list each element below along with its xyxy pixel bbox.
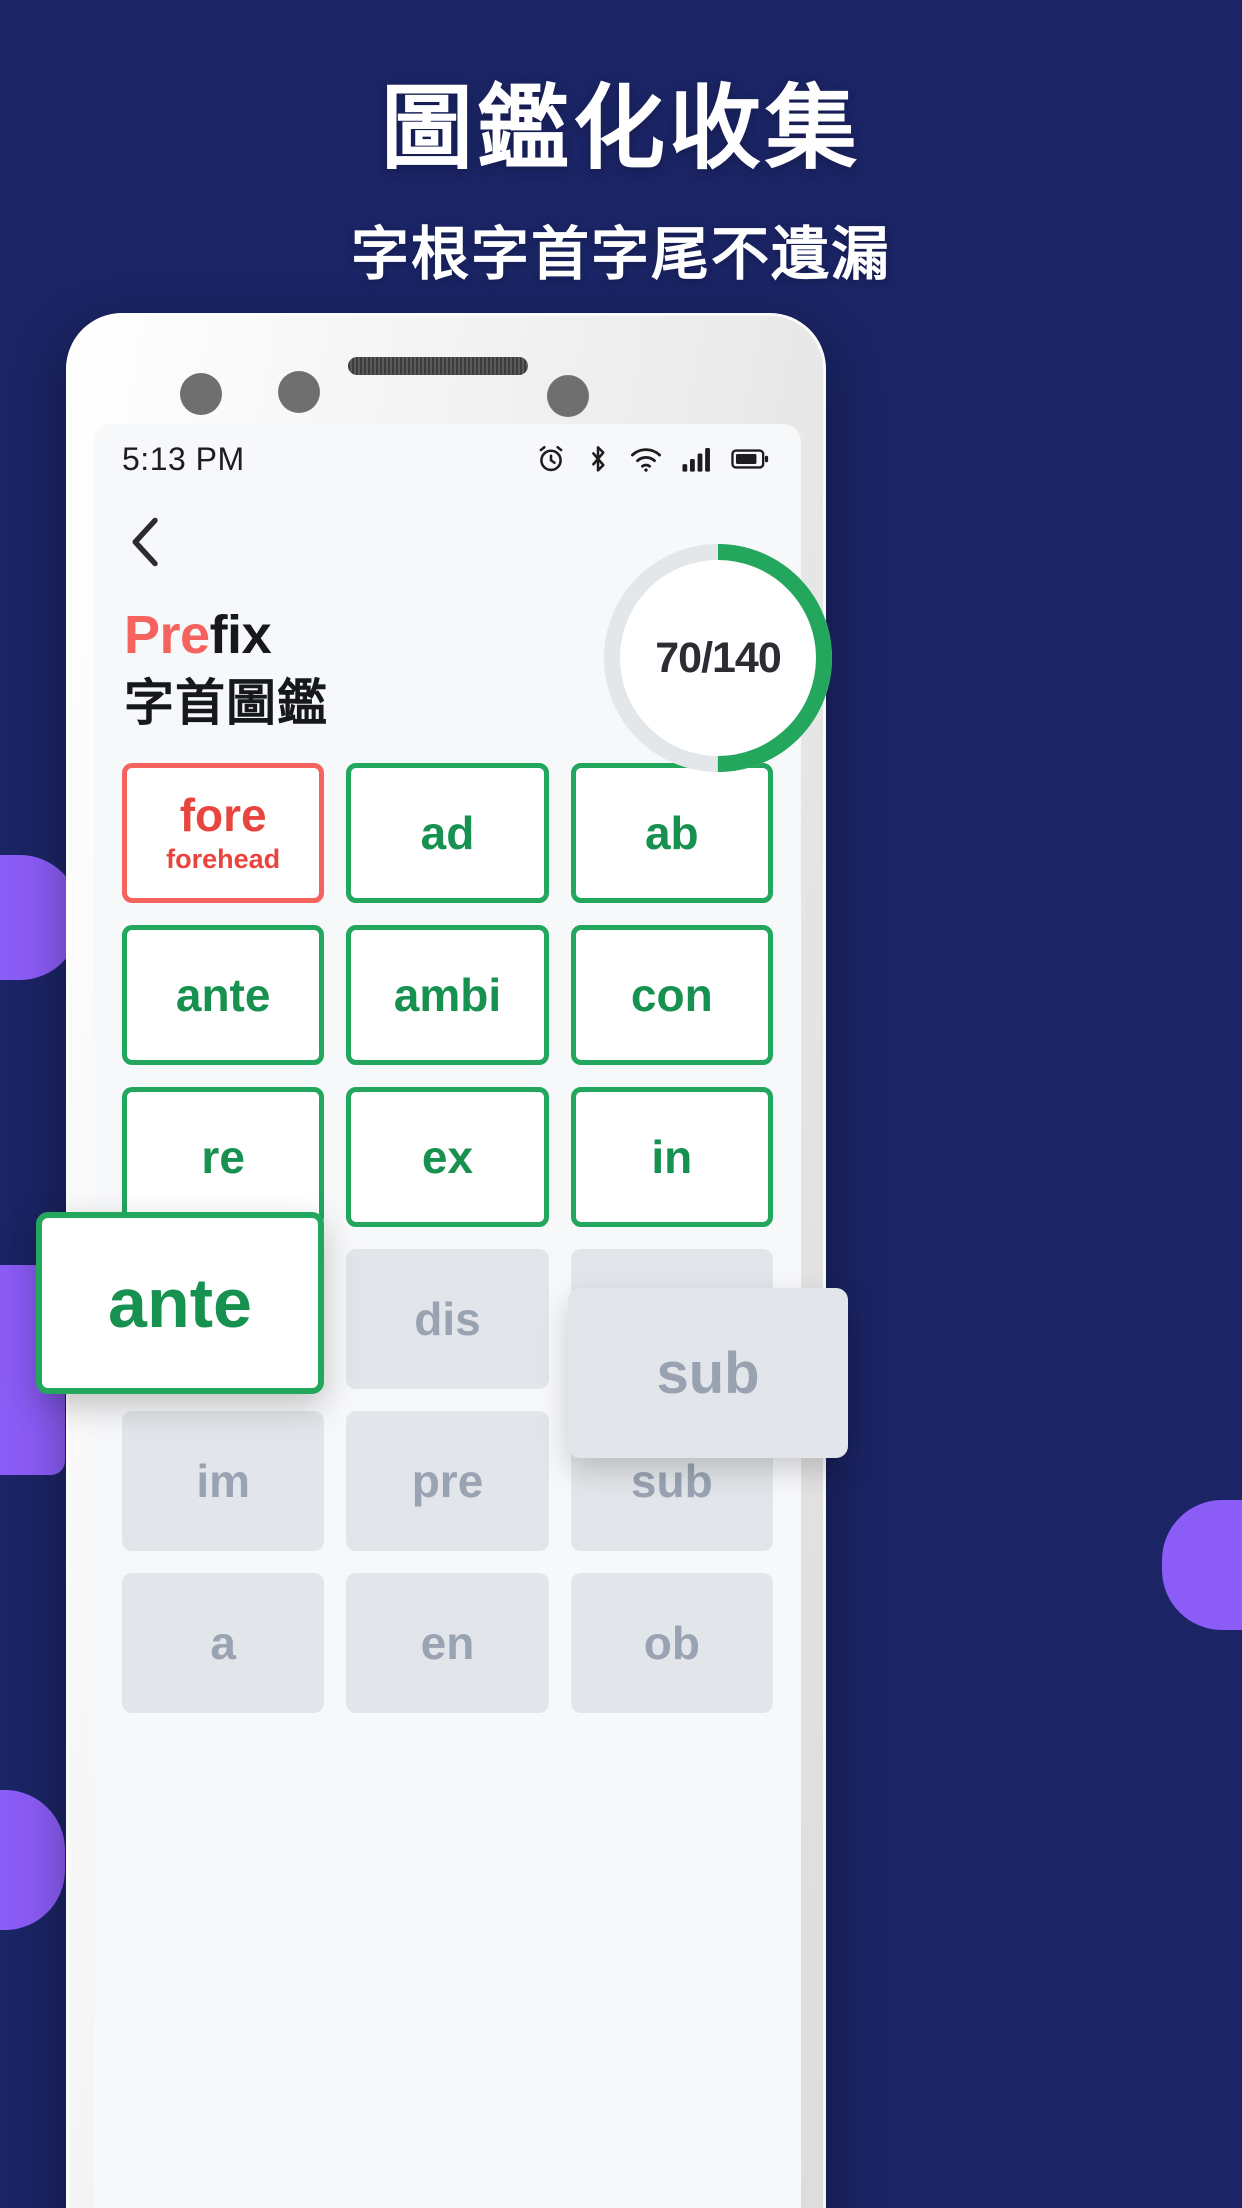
progress-ring: 70/140 (598, 538, 838, 778)
card-label: fore (179, 789, 267, 842)
promo-headings: 圖鑑化收集 字根字首字尾不遺漏 (0, 0, 1242, 291)
prefix-card[interactable]: in (570, 1087, 773, 1227)
prefix-card[interactable]: en (346, 1573, 549, 1713)
decorative-blob-left-bottom (0, 1790, 65, 1930)
battery-icon (731, 443, 769, 475)
prefix-card[interactable]: ambi (346, 925, 549, 1065)
chevron-left-icon (124, 515, 168, 574)
floating-card-ante[interactable]: ante (36, 1212, 324, 1394)
front-camera-icon (180, 373, 222, 415)
prefix-card[interactable]: ob (570, 1573, 773, 1713)
prefix-card[interactable]: im (122, 1411, 325, 1551)
prefix-card[interactable]: ad (346, 763, 549, 903)
bluetooth-icon (585, 443, 611, 475)
card-label: ab (644, 806, 699, 859)
card-label: pre (411, 1454, 484, 1507)
prefix-card[interactable]: dis (346, 1249, 549, 1389)
prefix-card[interactable]: con (570, 925, 773, 1065)
prefix-card[interactable]: ab (570, 763, 773, 903)
card-label: ante (108, 1264, 252, 1342)
card-label: im (196, 1454, 250, 1507)
status-bar: 5:13 PM (94, 424, 801, 494)
page-title-accent: Pre (124, 605, 210, 665)
card-label: re (201, 1130, 245, 1183)
sensor-icon (278, 371, 320, 413)
cellular-signal-icon (681, 443, 713, 475)
prefix-card[interactable]: ex (346, 1087, 549, 1227)
prefix-card[interactable]: fore forehead (122, 763, 325, 903)
prefix-card[interactable]: a (122, 1573, 325, 1713)
prefix-card[interactable]: pre (346, 1411, 549, 1551)
card-label: ante (175, 968, 271, 1021)
floating-card-sub[interactable]: sub (568, 1288, 848, 1458)
status-icon-group (535, 443, 769, 475)
earpiece-speaker (348, 357, 528, 375)
card-label: a (210, 1616, 236, 1669)
proximity-sensor-icon (547, 375, 589, 417)
prefix-card[interactable]: ante (122, 925, 325, 1065)
card-label: con (630, 968, 713, 1021)
card-label: ob (643, 1616, 700, 1669)
card-label: ambi (393, 968, 502, 1021)
card-label: sub (630, 1454, 713, 1507)
card-label: in (651, 1130, 693, 1183)
promo-title: 圖鑑化收集 (380, 78, 861, 180)
card-label: en (420, 1616, 475, 1669)
alarm-icon (535, 443, 567, 475)
card-label: ex (421, 1130, 474, 1183)
back-button[interactable] (118, 516, 174, 572)
card-example: forehead (166, 843, 281, 874)
wifi-icon (629, 443, 663, 475)
prefix-card[interactable]: re (122, 1087, 325, 1227)
card-label: dis (414, 1292, 481, 1345)
decorative-blob-right (1162, 1500, 1242, 1630)
status-clock: 5:13 PM (122, 440, 245, 477)
phone-top-bezel (66, 313, 826, 431)
promo-subtitle: 字根字首字尾不遺漏 (350, 222, 891, 288)
progress-label: 70/140 (655, 633, 782, 682)
card-label: sub (656, 1340, 760, 1406)
page-title-rest: fix (209, 605, 272, 665)
card-label: ad (420, 806, 475, 859)
